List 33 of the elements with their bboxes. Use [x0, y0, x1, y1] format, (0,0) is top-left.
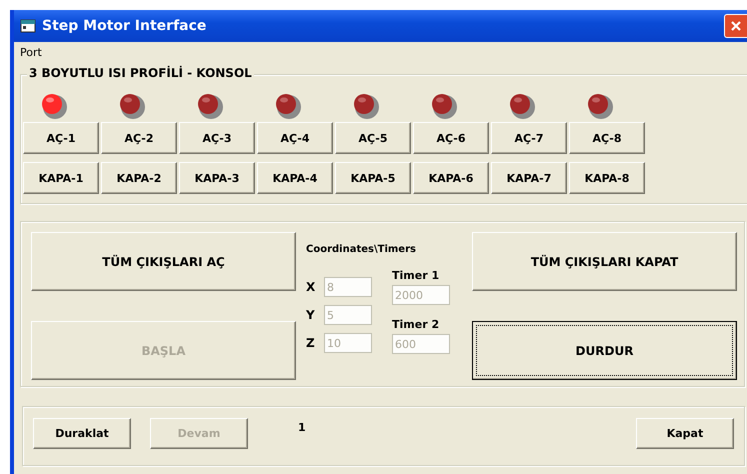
open-all-button[interactable]: TÜM ÇIKIŞLARI AÇ [31, 232, 296, 291]
group-title: 3 BOYUTLU ISI PROFİLİ - KONSOL [27, 66, 254, 80]
menu-item[interactable]: Port [18, 46, 44, 58]
close-output-button[interactable]: KAPA-6 [413, 162, 489, 194]
open-button[interactable]: AÇ-7 [491, 122, 567, 154]
close-output-button[interactable]: KAPA-7 [491, 162, 567, 194]
close-output-button[interactable]: KAPA-5 [335, 162, 411, 194]
pause-button[interactable]: Duraklat [33, 418, 131, 449]
open-button[interactable]: AÇ-1 [23, 122, 99, 154]
open-button[interactable]: AÇ-5 [335, 122, 411, 154]
stop-button[interactable]: DURDUR [472, 321, 737, 380]
close-output-button[interactable]: KAPA-3 [179, 162, 255, 194]
open-button[interactable]: AÇ-6 [413, 122, 489, 154]
close-button[interactable]: Kapat [636, 418, 734, 449]
close-output-button[interactable]: KAPA-1 [23, 162, 99, 194]
window-title: Step Motor Interface [42, 18, 206, 34]
counter-text: 1 [298, 421, 306, 434]
axis-label: X [306, 280, 316, 294]
window-icon [20, 19, 36, 33]
close-output-button[interactable]: KAPA-8 [569, 162, 645, 194]
close-all-button[interactable]: TÜM ÇIKIŞLARI KAPAT [472, 232, 737, 291]
close-output-button[interactable]: KAPA-2 [101, 162, 177, 194]
axis-label: Z [306, 336, 316, 350]
timer-label: Timer 1 [392, 269, 440, 284]
timer-label: Timer 2 [392, 318, 440, 333]
axis-label: Y [306, 308, 316, 322]
close-output-button[interactable]: KAPA-4 [257, 162, 333, 194]
open-button[interactable]: AÇ-4 [257, 122, 333, 154]
open-button[interactable]: AÇ-3 [179, 122, 255, 154]
open-button[interactable]: AÇ-2 [101, 122, 177, 154]
open-button[interactable]: AÇ-8 [569, 122, 645, 154]
close-icon[interactable] [724, 14, 747, 38]
section-heading: Coordinates\Timers [306, 244, 417, 255]
